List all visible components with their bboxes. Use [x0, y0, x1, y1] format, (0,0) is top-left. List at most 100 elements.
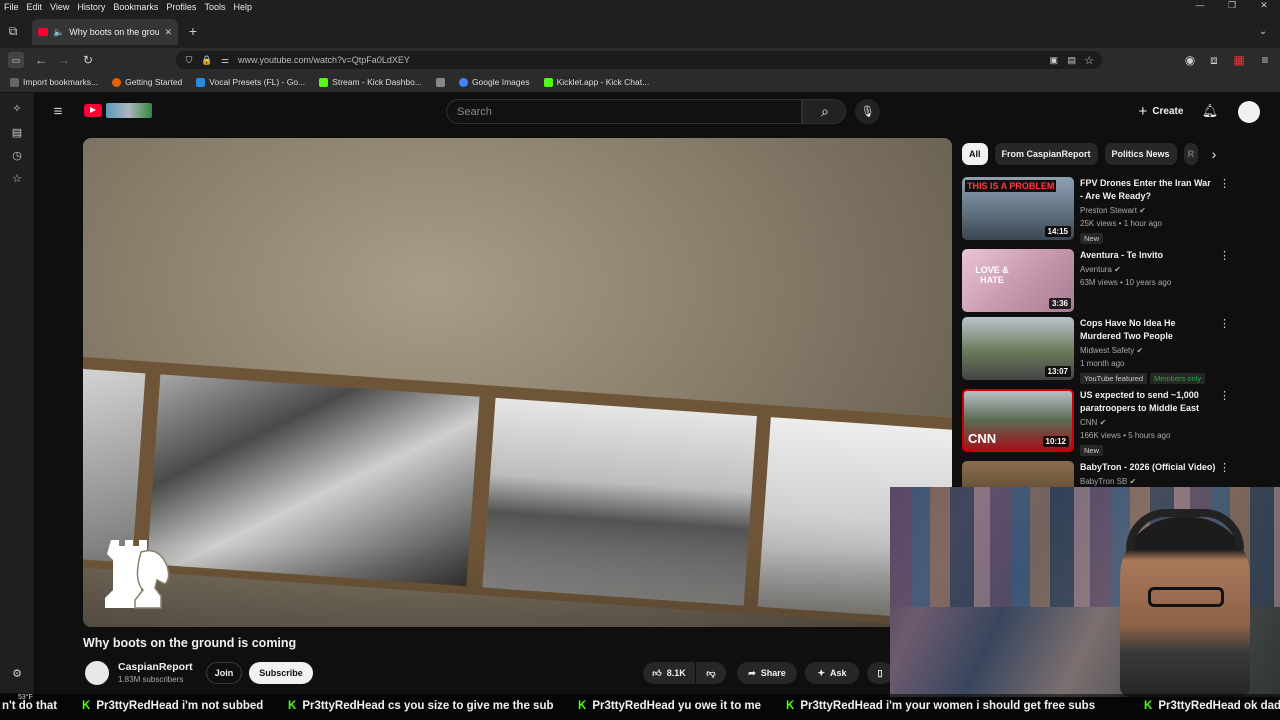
account-icon[interactable]: ◉ — [1183, 53, 1197, 67]
history-icon[interactable]: ◷ — [10, 148, 24, 162]
chip-more[interactable]: R — [1183, 143, 1199, 165]
shield-icon[interactable]: ⛉ — [182, 55, 196, 66]
bookmark-item[interactable]: Vocal Presets (FL) - Go... — [196, 77, 305, 87]
chip-from-channel[interactable]: From CaspianReport — [994, 143, 1098, 165]
menu-view[interactable]: View — [46, 2, 73, 12]
avatar[interactable] — [1238, 101, 1260, 123]
menu-bookmarks[interactable]: Bookmarks — [109, 2, 162, 12]
voice-search-button[interactable]: 🎙 — [855, 99, 880, 124]
more-actions-icon[interactable]: ⋮ — [1219, 317, 1230, 330]
join-button[interactable]: Join — [206, 662, 242, 684]
verified-icon: ✔︎ — [1129, 477, 1137, 486]
channel-name[interactable]: CaspianReport — [118, 661, 193, 673]
recommendation-item[interactable]: LOVE & HATE 3:36 Aventura - Te Invito Av… — [962, 249, 1232, 315]
recommendation-title[interactable]: Cops Have No Idea He Murdered Two People — [1080, 317, 1216, 343]
recommendation-title[interactable]: FPV Drones Enter the Iran War - Are We R… — [1080, 177, 1216, 203]
extension-badge-icon[interactable]: ▦ — [1232, 53, 1246, 67]
hamburger-menu-icon[interactable]: ≡ — [50, 103, 66, 120]
subscribe-button[interactable]: Subscribe — [249, 662, 313, 684]
close-window-icon[interactable]: ✕ — [1248, 0, 1280, 11]
kicklet-icon — [543, 77, 553, 87]
recommendation-title[interactable]: BabyTron - 2026 (Official Video) — [1080, 461, 1216, 474]
chip-politics-news[interactable]: Politics News — [1104, 143, 1177, 165]
video-thumbnail[interactable]: 13:07 — [962, 317, 1074, 380]
menu-profiles[interactable]: Profiles — [162, 2, 200, 12]
bookmark-item[interactable]: Kicklet.app - Kick Chat... — [543, 77, 649, 87]
recommendation-item[interactable]: 13:07 Cops Have No Idea He Murdered Two … — [962, 317, 1232, 384]
menu-file[interactable]: File — [0, 2, 23, 12]
video-player[interactable] — [83, 138, 952, 627]
video-thumbnail[interactable]: LOVE & HATE 3:36 — [962, 249, 1074, 312]
search-input[interactable]: Search — [446, 99, 802, 124]
search-icon: ⌕ — [821, 103, 829, 119]
recommendation-channel: BabyTron SB ✔︎ — [1080, 476, 1136, 487]
app-menu-icon[interactable]: ≡ — [1258, 53, 1272, 67]
list-all-tabs-icon[interactable]: ⌄ — [1256, 24, 1270, 38]
bookmark-item[interactable] — [435, 77, 445, 87]
kick-icon — [319, 77, 329, 87]
reader-view-icon[interactable]: ▤ — [1067, 55, 1076, 66]
dislike-button[interactable]: 👎︎ — [696, 662, 726, 684]
video-thumbnail[interactable]: CNN 10:12 — [962, 389, 1074, 452]
bookmarks-icon[interactable]: ☆ — [10, 171, 24, 185]
tab-youtube[interactable]: 🔈 Why boots on the ground i ✕ — [32, 19, 178, 45]
more-actions-icon[interactable]: ⋮ — [1219, 177, 1230, 190]
s-logo-icon — [435, 77, 445, 87]
recommendation-title[interactable]: US expected to send ~1,000 paratroopers … — [1080, 389, 1216, 415]
more-actions-icon[interactable]: ⋮ — [1219, 461, 1230, 474]
like-button[interactable]: 👍︎ 8.1K — [643, 662, 695, 684]
tab-strip: ⧉ 🔈 Why boots on the ground i ✕ + ⌄ — [0, 14, 1280, 48]
video-thumbnail[interactable] — [962, 461, 1074, 487]
channel-avatar[interactable] — [85, 661, 109, 685]
chevron-right-icon[interactable]: › — [1206, 146, 1222, 162]
extensions-icon[interactable]: ⧈ — [1207, 53, 1221, 67]
address-bar[interactable]: ⛉ 🔒 ⚌ www.youtube.com/watch?v=QtpFa0LdXE… — [176, 51, 1102, 69]
share-icon: ➦ — [748, 667, 756, 678]
picture-in-picture-icon[interactable]: ▣ — [1049, 55, 1058, 66]
minimize-icon[interactable]: — — [1184, 0, 1216, 11]
menu-history[interactable]: History — [73, 2, 109, 12]
bookmark-item[interactable]: Import bookmarks... — [10, 77, 98, 87]
forward-icon[interactable]: → — [57, 53, 71, 67]
search-button[interactable]: ⌕ — [802, 99, 846, 124]
url-text[interactable]: www.youtube.com/watch?v=QtpFa0LdXEY — [238, 55, 410, 65]
lock-icon[interactable]: 🔒 — [200, 55, 214, 66]
bookmark-item[interactable]: Getting Started — [112, 77, 182, 87]
chip-all[interactable]: All — [962, 143, 988, 165]
bookmark-item[interactable]: Google Images — [458, 77, 530, 87]
recommendation-channel: Aventura ✔︎ — [1080, 264, 1121, 276]
youtube-logo[interactable] — [84, 104, 102, 117]
reload-icon[interactable]: ↻ — [81, 53, 95, 67]
new-tab-icon[interactable]: + — [186, 23, 200, 39]
featured-badge: YouTube featured — [1080, 373, 1148, 384]
more-actions-icon[interactable]: ⋮ — [1219, 389, 1230, 402]
bookmark-label: Vocal Presets (FL) - Go... — [209, 77, 306, 87]
more-actions-icon[interactable]: ⋮ — [1219, 249, 1230, 262]
subscribe-label: Subscribe — [259, 668, 303, 678]
restore-icon[interactable]: ❐ — [1216, 0, 1248, 11]
sidebar-toggle-icon[interactable]: ▭ — [8, 52, 24, 68]
menu-help[interactable]: Help — [229, 2, 256, 12]
close-tab-icon[interactable]: ✕ — [164, 27, 172, 38]
speaker-icon[interactable]: 🔈 — [53, 27, 64, 38]
recommendation-item[interactable]: CNN 10:12 US expected to send ~1,000 par… — [962, 389, 1232, 456]
create-button[interactable]: + Create — [1128, 99, 1194, 123]
ask-button[interactable]: ✦ Ask — [805, 662, 859, 684]
recommendation-title[interactable]: Aventura - Te Invito — [1080, 249, 1216, 262]
bookmark-item[interactable]: Stream - Kick Dashbo... — [319, 77, 422, 87]
notifications-bell-icon[interactable]: 🔔︎ — [1202, 103, 1219, 119]
back-icon[interactable]: ← — [34, 53, 48, 67]
chat-text: i'm your women i should get free subs — [885, 700, 1096, 712]
recommendation-item[interactable]: BabyTron - 2026 (Official Video) BabyTro… — [962, 461, 1232, 487]
synced-tabs-icon[interactable]: ▤ — [10, 125, 24, 139]
menu-tools[interactable]: Tools — [200, 2, 229, 12]
permissions-icon[interactable]: ⚌ — [218, 55, 232, 66]
tab-overview-icon[interactable]: ⧉ — [6, 24, 20, 38]
menu-edit[interactable]: Edit — [23, 2, 47, 12]
bookmark-star-icon[interactable]: ☆ — [1084, 54, 1094, 67]
settings-gear-icon[interactable]: ⚙ — [10, 666, 24, 680]
share-button[interactable]: ➦ Share — [737, 662, 797, 684]
ai-chat-icon[interactable]: ✧ — [10, 101, 24, 115]
video-thumbnail[interactable]: THIS IS A PROBLEM 14:15 — [962, 177, 1074, 240]
recommendation-item[interactable]: THIS IS A PROBLEM 14:15 FPV Drones Enter… — [962, 177, 1232, 244]
